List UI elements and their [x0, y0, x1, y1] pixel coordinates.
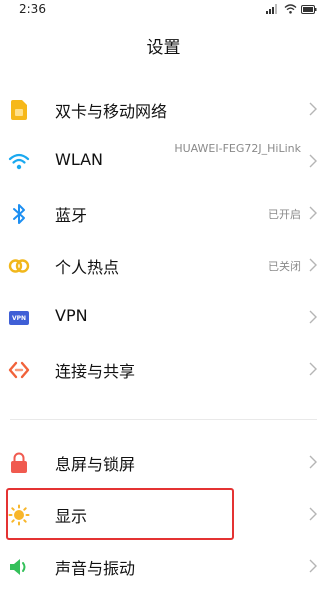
settings-item-dual-sim[interactable]: 双卡与移动网络 — [0, 83, 327, 135]
settings-item-label: 声音与振动 — [55, 559, 136, 578]
chevron-right-icon — [309, 102, 317, 116]
lock-icon — [8, 452, 30, 474]
chevron-right-icon — [309, 559, 317, 573]
vpn-icon-text: VPN — [11, 314, 27, 322]
status-time: 2:36 — [19, 2, 46, 16]
settings-item-label: 蓝牙 — [55, 206, 88, 225]
page-title: 设置 — [146, 38, 181, 58]
vpn-icon: VPN — [8, 307, 30, 329]
settings-item-hotspot[interactable]: 个人热点 已关闭 — [0, 239, 327, 291]
settings-item-label: 双卡与移动网络 — [55, 102, 168, 121]
settings-item-wlan[interactable]: WLAN HUAWEI-FEG72J_HiLink — [0, 135, 327, 187]
settings-item-sound[interactable]: 声音与振动 — [0, 540, 327, 592]
highlight-box — [6, 488, 234, 540]
chevron-right-icon — [309, 258, 317, 272]
chevron-right-icon — [309, 206, 317, 220]
chevron-right-icon — [309, 154, 317, 168]
speaker-icon — [8, 556, 30, 578]
settings-item-label: VPN — [55, 306, 88, 325]
section-divider — [10, 419, 317, 420]
settings-item-bluetooth[interactable]: 蓝牙 已开启 — [0, 187, 327, 239]
chevron-right-icon — [309, 310, 317, 324]
hotspot-icon — [8, 255, 30, 277]
signal-icon — [266, 4, 277, 14]
settings-item-label: WLAN — [55, 150, 104, 169]
hotspot-status: 已关闭 — [268, 260, 301, 273]
wlan-network-name: HUAWEI-FEG72J_HiLink — [174, 142, 301, 155]
settings-item-lock-screen[interactable]: 息屏与锁屏 — [0, 436, 327, 488]
settings-item-connection-sharing[interactable]: 连接与共享 — [0, 343, 327, 395]
chevron-right-icon — [309, 455, 317, 469]
chevron-right-icon — [309, 362, 317, 376]
sim-card-icon — [8, 99, 30, 121]
bluetooth-status: 已开启 — [268, 208, 301, 221]
connection-share-icon — [8, 359, 30, 381]
battery-icon — [301, 4, 317, 14]
settings-item-label: 个人热点 — [55, 258, 120, 277]
bluetooth-icon — [8, 203, 30, 225]
settings-item-vpn[interactable]: VPN VPN — [0, 291, 327, 343]
wifi-icon — [284, 4, 297, 14]
wifi-icon — [8, 151, 30, 173]
chevron-right-icon — [309, 507, 317, 521]
settings-item-label: 息屏与锁屏 — [55, 455, 136, 474]
status-icons — [266, 4, 317, 14]
settings-item-label: 连接与共享 — [55, 362, 136, 381]
status-bar: 2:36 — [0, 0, 327, 22]
